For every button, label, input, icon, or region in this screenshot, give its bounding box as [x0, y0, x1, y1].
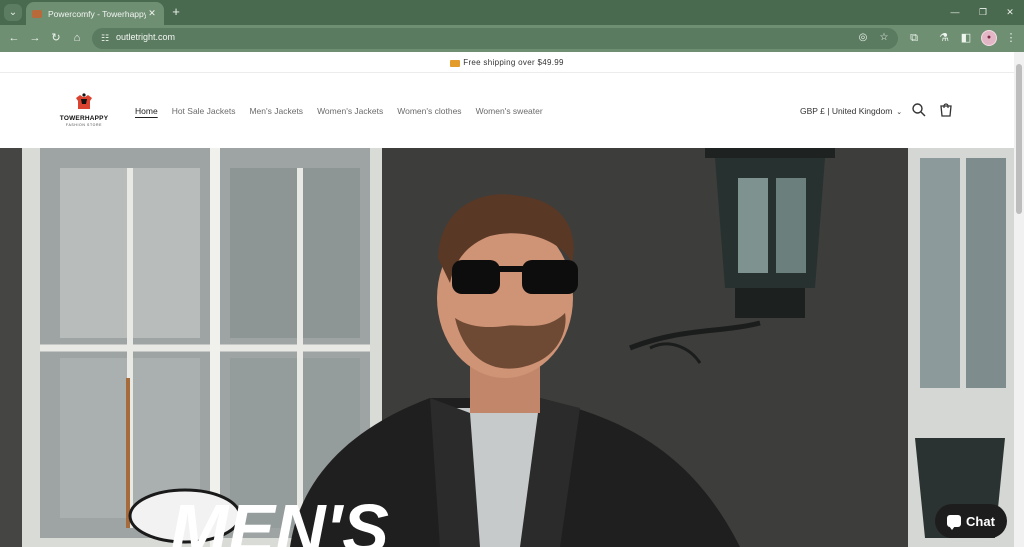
nav-mens-jackets[interactable]: Men's Jackets	[249, 106, 303, 116]
logo-subtitle: FASHION STORE	[65, 123, 103, 127]
labs-icon[interactable]: ⚗	[936, 30, 952, 46]
chat-button[interactable]: Chat	[935, 504, 1007, 538]
page-scrollbar[interactable]	[1014, 52, 1024, 547]
star-icon[interactable]: ☆	[877, 31, 891, 45]
currency-selector[interactable]: GBP £ | United Kingdom ⌄	[800, 106, 902, 116]
logo-icon	[76, 93, 92, 109]
favicon-icon	[32, 9, 42, 18]
scrollbar-thumb[interactable]	[1016, 64, 1022, 214]
menu-icon[interactable]: ⋮	[1003, 30, 1019, 46]
announcement-bar: Free shipping over $49.99	[0, 52, 1014, 73]
extensions-icon[interactable]: ⧉	[906, 30, 922, 46]
eye-off-icon[interactable]: ◎	[856, 31, 870, 45]
profile-avatar[interactable]: ●	[981, 30, 997, 46]
new-tab-button[interactable]: +	[169, 3, 183, 21]
close-tab-icon[interactable]: ✕	[146, 8, 158, 19]
restore-icon[interactable]: ❐	[974, 4, 992, 20]
nav-womens-clothes[interactable]: Women's clothes	[397, 106, 461, 116]
web-page: Free shipping over $49.99 TOWERHAPPY FAS…	[0, 52, 1014, 547]
hero-image: MEN'S	[0, 148, 1014, 547]
sidebar-icon[interactable]: ◧	[958, 30, 974, 46]
browser-tab-bar: ⌄ Powercomfy - Towerhappy ✕ + — ❐ ✕	[0, 0, 1024, 25]
chat-label: Chat	[966, 513, 995, 529]
nav-womens-jackets[interactable]: Women's Jackets	[317, 106, 383, 116]
search-icon[interactable]	[911, 102, 927, 118]
site-info-icon[interactable]: ☷	[98, 31, 112, 45]
announcement-text: Free shipping over $49.99	[463, 57, 564, 67]
nav-womens-sweater[interactable]: Women's sweater	[476, 106, 543, 116]
window-close-icon[interactable]: ✕	[1001, 4, 1019, 20]
nav-hot-sale-jackets[interactable]: Hot Sale Jackets	[172, 106, 236, 116]
chat-bubble-icon	[947, 515, 962, 530]
browser-toolbar: ← → ↻ ⌂ ☷ outletright.com ◎ ☆ ⧉ ⚗ ◧ ● ⋮	[0, 25, 1024, 52]
truck-icon	[450, 59, 461, 67]
back-icon[interactable]: ←	[6, 30, 22, 46]
nav-home[interactable]: Home	[135, 106, 158, 116]
browser-tab[interactable]: Powercomfy - Towerhappy ✕	[26, 2, 164, 25]
hero-banner[interactable]: MEN'S	[0, 148, 1014, 547]
site-header: TOWERHAPPY FASHION STORE Home Hot Sale J…	[0, 73, 1014, 148]
home-icon[interactable]: ⌂	[69, 30, 85, 46]
store-logo[interactable]: TOWERHAPPY FASHION STORE	[58, 92, 110, 130]
hero-headline: MEN'S	[170, 490, 389, 547]
tab-title: Powercomfy - Towerhappy	[48, 8, 146, 19]
logo-text: TOWERHAPPY	[59, 115, 109, 122]
main-nav: Home Hot Sale Jackets Men's Jackets Wome…	[135, 106, 557, 116]
reload-icon[interactable]: ↻	[48, 30, 64, 46]
currency-label: GBP £ | United Kingdom	[800, 106, 893, 116]
address-bar[interactable]: ☷ outletright.com ◎ ☆	[92, 28, 898, 49]
chevron-down-icon: ⌄	[896, 109, 903, 116]
url-text[interactable]: outletright.com	[116, 32, 175, 42]
tab-search-icon[interactable]: ⌄	[4, 4, 22, 21]
minimize-icon[interactable]: —	[946, 4, 964, 20]
cart-icon[interactable]	[938, 102, 954, 118]
forward-icon[interactable]: →	[27, 30, 43, 46]
